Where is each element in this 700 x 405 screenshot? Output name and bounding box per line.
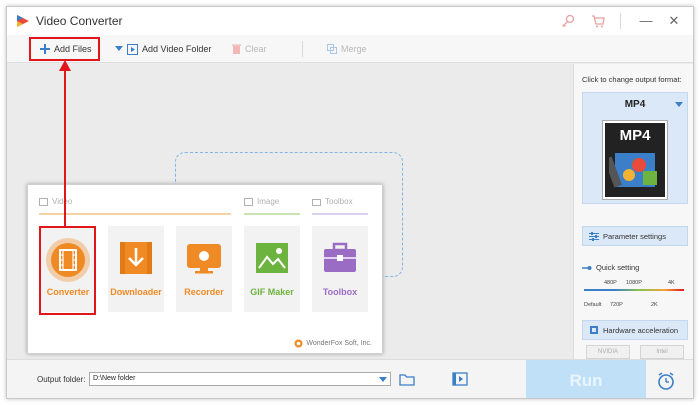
section-image: Image bbox=[244, 197, 279, 206]
parameter-settings-label: Parameter settings bbox=[603, 231, 666, 241]
image-section-line bbox=[244, 213, 300, 215]
scale-720p: 720P bbox=[610, 302, 623, 308]
recorder-tile[interactable]: Recorder bbox=[176, 226, 232, 312]
clear-button[interactable]: Clear bbox=[232, 40, 267, 58]
hardware-acceleration-label: Hardware acceleration bbox=[603, 325, 679, 335]
format-hint: Click to change output format: bbox=[582, 75, 682, 84]
downloader-tile[interactable]: Downloader bbox=[108, 226, 164, 312]
image-section-icon bbox=[244, 197, 253, 206]
merge-icon bbox=[327, 44, 337, 54]
key-icon[interactable] bbox=[560, 13, 576, 29]
output-folder-label: Output folder: bbox=[37, 375, 86, 384]
toolbox-tile[interactable]: Toolbox bbox=[312, 226, 368, 312]
output-folder-value: D:\New folder bbox=[93, 375, 136, 382]
section-image-label: Image bbox=[257, 197, 280, 206]
chevron-down-icon bbox=[115, 46, 123, 51]
minimize-button[interactable]: — bbox=[635, 11, 657, 31]
output-format-panel: Click to change output format: MP4 MP4 P… bbox=[573, 64, 693, 359]
section-toolbox: Toolbox bbox=[312, 197, 353, 206]
toolbox-section-icon bbox=[312, 198, 321, 206]
video-section-line bbox=[39, 213, 231, 215]
format-name: MP4 bbox=[624, 99, 646, 110]
output-folder-field[interactable]: D:\New folder bbox=[89, 372, 391, 386]
converter-highlight bbox=[39, 226, 96, 315]
scale-480p: 480P bbox=[604, 280, 617, 286]
brand-footer: WonderFox Soft, Inc. bbox=[294, 339, 372, 348]
scale-4k: 4K bbox=[668, 280, 675, 286]
quick-setting-label: Quick setting bbox=[596, 263, 640, 272]
clear-label: Clear bbox=[245, 44, 267, 54]
open-folder-icon[interactable] bbox=[452, 372, 468, 386]
nvidia-label: NVIDIA bbox=[597, 349, 618, 355]
toolbox-icon bbox=[324, 242, 356, 272]
scale-1080p: 1080P bbox=[626, 280, 642, 286]
toolbox-section-line bbox=[312, 213, 368, 215]
chevron-down-icon[interactable] bbox=[379, 377, 387, 382]
section-toolbox-label: Toolbox bbox=[325, 197, 353, 206]
chevron-down-icon bbox=[675, 102, 683, 107]
gif-maker-label: GIF Maker bbox=[250, 287, 294, 297]
window-title: Video Converter bbox=[36, 14, 123, 28]
toolbar-divider bbox=[302, 41, 303, 57]
alarm-clock-icon[interactable] bbox=[656, 371, 676, 391]
quick-setting: Quick setting bbox=[582, 263, 639, 272]
trash-icon bbox=[232, 44, 241, 54]
title-divider bbox=[620, 13, 621, 29]
screen-record-icon bbox=[187, 244, 221, 274]
toolbar: Add Files Add Video Folder Clear Merge bbox=[7, 35, 693, 63]
run-button[interactable]: Run bbox=[526, 360, 646, 398]
toolbox-label: Toolbox bbox=[322, 287, 358, 297]
merge-label: Merge bbox=[341, 44, 367, 54]
gif-maker-tile[interactable]: GIF Maker bbox=[244, 226, 300, 312]
mp4-badge-text: MP4 bbox=[619, 127, 651, 144]
downloader-label: Downloader bbox=[110, 287, 162, 297]
scale-default: Default bbox=[584, 302, 602, 308]
scale-2k: 2K bbox=[651, 302, 658, 308]
quality-slider[interactable] bbox=[584, 289, 684, 291]
format-selector[interactable]: MP4 MP4 bbox=[582, 92, 688, 204]
video-section-icon bbox=[39, 197, 48, 206]
film-strip-icon bbox=[609, 153, 657, 188]
app-window: Video Converter — ✕ Add Files Add Video … bbox=[6, 6, 694, 399]
bottom-bar: Output folder: D:\New folder Run bbox=[7, 359, 693, 398]
quick-setting-icon bbox=[582, 265, 592, 270]
folder-icon[interactable] bbox=[399, 372, 415, 386]
nvidia-chip[interactable]: NVIDIA bbox=[586, 345, 630, 359]
launcher-panel: Video Image Toolbox Converter Downloader… bbox=[27, 184, 383, 354]
intel-label: Intel bbox=[656, 349, 668, 355]
sliders-icon bbox=[589, 231, 599, 241]
image-mountain-icon bbox=[256, 243, 288, 273]
add-video-folder-button[interactable]: Add Video Folder bbox=[115, 40, 211, 58]
brand-text: WonderFox Soft, Inc. bbox=[306, 340, 372, 347]
chip-icon bbox=[590, 326, 598, 334]
section-video: Video bbox=[39, 197, 72, 206]
add-video-folder-label: Add Video Folder bbox=[142, 44, 212, 54]
add-files-highlight bbox=[29, 37, 100, 61]
video-folder-icon bbox=[127, 43, 138, 55]
download-arrow-icon bbox=[120, 242, 152, 274]
wonderfox-logo-icon bbox=[294, 339, 303, 348]
section-video-label: Video bbox=[52, 197, 73, 206]
title-bar: Video Converter — ✕ bbox=[7, 7, 693, 35]
recorder-label: Recorder bbox=[184, 287, 224, 297]
app-logo-icon bbox=[17, 15, 29, 27]
merge-button[interactable]: Merge bbox=[327, 40, 367, 58]
parameter-settings-button[interactable]: Parameter settings bbox=[582, 226, 688, 246]
cart-icon[interactable] bbox=[590, 13, 606, 29]
hardware-acceleration-toggle[interactable]: Hardware acceleration bbox=[582, 320, 688, 340]
intel-chip[interactable]: Intel bbox=[640, 345, 684, 359]
close-button[interactable]: ✕ bbox=[663, 11, 685, 31]
mp4-format-icon: MP4 bbox=[602, 120, 668, 200]
